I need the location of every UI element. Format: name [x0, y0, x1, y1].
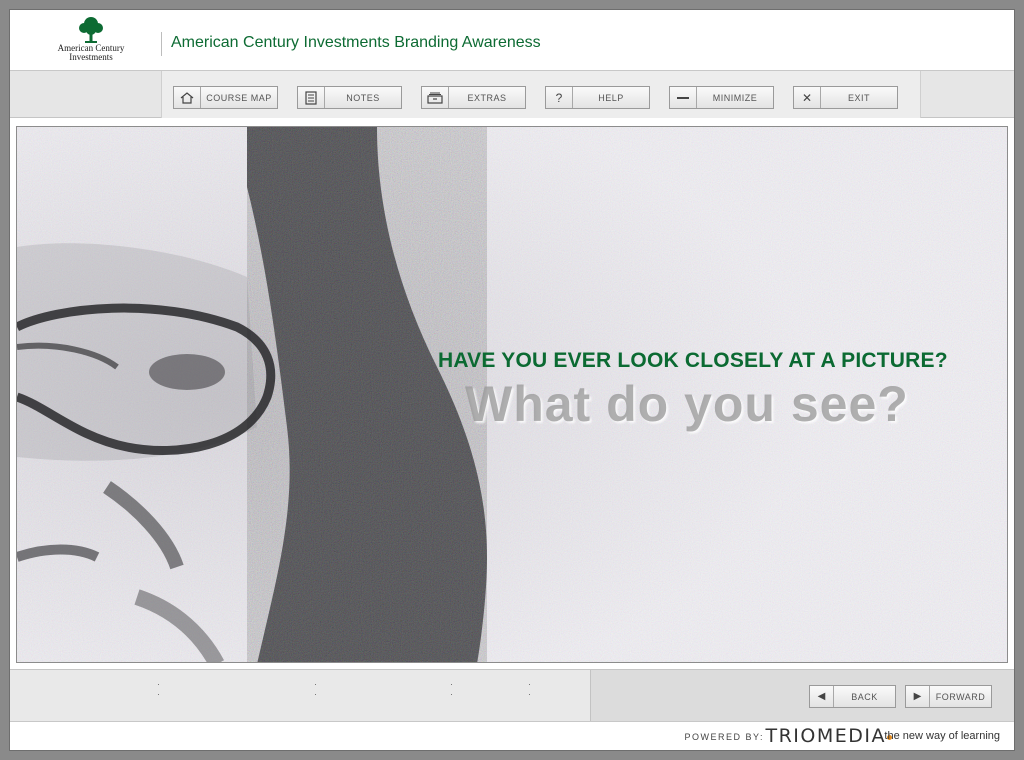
credit-bar: POWERED BY: TRIOMEDIA the new way of lea… — [10, 721, 1014, 750]
minimize-label: MINIMIZE — [712, 92, 758, 103]
help-button[interactable]: ? HELP — [545, 86, 650, 109]
close-icon: ✕ — [794, 87, 821, 108]
minimize-button[interactable]: MINIMIZE — [669, 86, 774, 109]
help-icon: ? — [546, 87, 573, 108]
exit-button[interactable]: ✕ EXIT — [793, 86, 898, 109]
notes-button[interactable]: NOTES — [297, 86, 402, 109]
progress-marker — [451, 684, 452, 685]
company-logo: American Century Investments — [48, 16, 134, 68]
back-label: BACK — [851, 691, 878, 702]
progress-marker — [315, 694, 316, 695]
minimize-icon — [670, 87, 697, 108]
course-map-button[interactable]: COURSE MAP — [173, 86, 278, 109]
toolbar-button-group: COURSE MAP NOTES EXTRAS ? HELP MINIMIZE … — [161, 71, 921, 118]
progress-marker — [529, 684, 530, 685]
forward-arrow-icon: ▶ — [906, 686, 930, 707]
navigation-bar: ◀ BACK ▶ FORWARD — [10, 669, 1014, 722]
back-button[interactable]: ◀ BACK — [809, 685, 896, 708]
subquestion-text: What do you see? — [465, 376, 909, 432]
extras-icon — [422, 87, 449, 108]
home-icon — [174, 87, 201, 108]
logo-text-line2: Investments — [69, 52, 113, 62]
progress-marker — [315, 684, 316, 685]
powered-by-text: POWERED BY: — [684, 732, 764, 742]
course-title: American Century Investments Branding Aw… — [171, 34, 541, 51]
progress-marker — [158, 684, 159, 685]
header-divider — [161, 32, 162, 56]
header: American Century Investments American Ce… — [10, 10, 1014, 71]
help-label: HELP — [598, 92, 624, 103]
notes-label: NOTES — [346, 92, 380, 103]
content-panel: HAVE YOU EVER LOOK CLOSELY AT A PICTURE?… — [16, 126, 1008, 663]
toolbar: COURSE MAP NOTES EXTRAS ? HELP MINIMIZE … — [10, 71, 1014, 118]
progress-marker — [451, 694, 452, 695]
tree-logo-icon — [79, 17, 103, 43]
exit-label: EXIT — [847, 92, 870, 103]
progress-marker — [529, 694, 530, 695]
back-arrow-icon: ◀ — [810, 686, 834, 707]
forward-button[interactable]: ▶ FORWARD — [905, 685, 992, 708]
triomedia-logo: TRIOMEDIA — [765, 725, 886, 747]
extras-button[interactable]: EXTRAS — [421, 86, 526, 109]
tagline-text: the new way of learning — [884, 730, 1000, 742]
progress-area — [10, 670, 591, 722]
extras-label: EXTRAS — [467, 92, 507, 103]
question-heading: HAVE YOU EVER LOOK CLOSELY AT A PICTURE? — [438, 349, 948, 372]
app-window: American Century Investments American Ce… — [9, 9, 1015, 751]
notes-icon — [298, 87, 325, 108]
progress-marker — [158, 694, 159, 695]
course-map-label: COURSE MAP — [206, 92, 272, 103]
forward-label: FORWARD — [935, 691, 986, 702]
